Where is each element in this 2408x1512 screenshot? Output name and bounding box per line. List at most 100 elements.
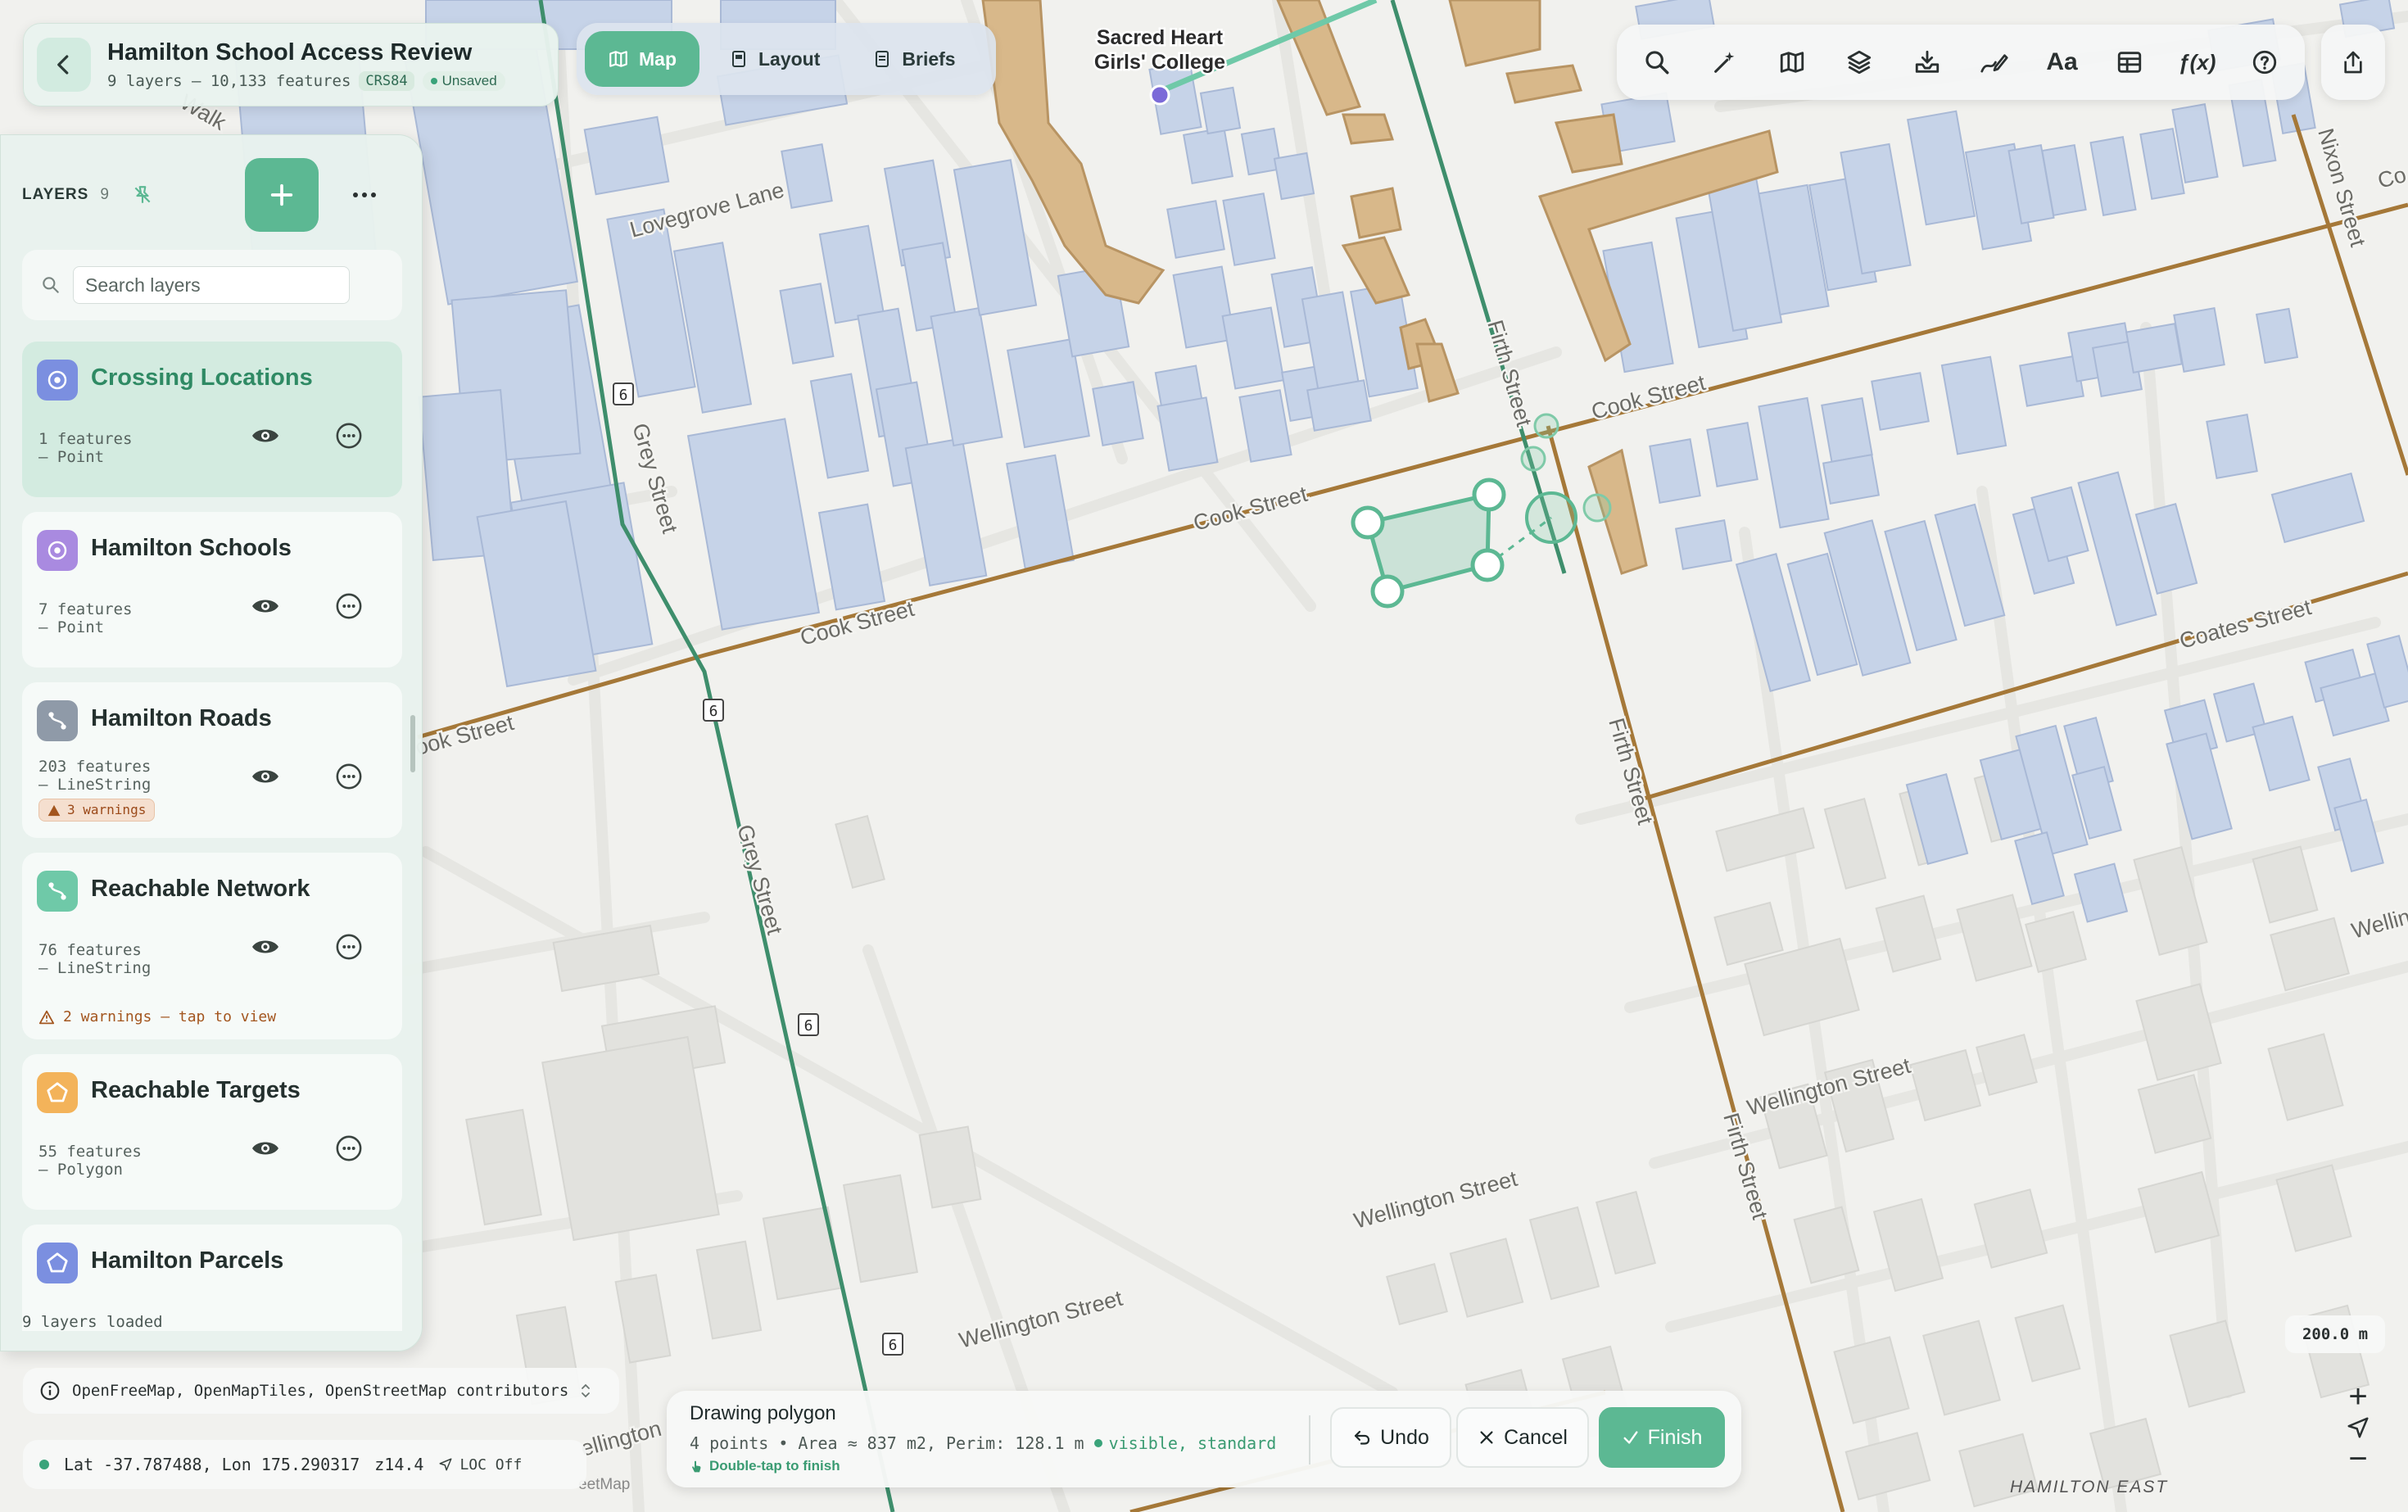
- undo-button[interactable]: Undo: [1330, 1407, 1451, 1468]
- search-button[interactable]: [1627, 32, 1687, 93]
- layer-item[interactable]: Crossing Locations 1 features – Point: [22, 342, 402, 497]
- text-style-button[interactable]: Aa: [2032, 32, 2093, 93]
- warning-badge[interactable]: 3 warnings: [38, 799, 156, 822]
- zoom-level: z14.4: [374, 1455, 424, 1474]
- layer-meta: 76 features – LineString: [38, 941, 151, 977]
- eye-icon: [252, 1142, 278, 1155]
- layers-menu-button[interactable]: [342, 174, 387, 215]
- layer-name: Reachable Targets: [91, 1077, 301, 1103]
- more-horizontal-icon: [353, 192, 376, 197]
- tab-layout[interactable]: Layout: [706, 31, 843, 87]
- eye-icon: [252, 940, 278, 953]
- add-layer-button[interactable]: [245, 158, 319, 232]
- layer-feature-count: 203 features: [38, 758, 152, 776]
- svg-text:Girls' College: Girls' College: [1094, 51, 1225, 74]
- layer-options-button[interactable]: [322, 579, 376, 633]
- layer-item[interactable]: Reachable Network 76 features – LineStri…: [22, 853, 402, 1039]
- drawing-measurement: Area ≈ 837 m2, Perim: 128.1 m: [798, 1433, 1084, 1453]
- layer-item[interactable]: Hamilton Schools 7 features – Point: [22, 512, 402, 668]
- tab-layout-label: Layout: [758, 48, 821, 70]
- layout-icon: [732, 51, 745, 67]
- layer-meta: 7 features – Point: [38, 600, 132, 636]
- magic-wand-icon: [1713, 52, 1734, 73]
- drawing-hint: Double-tap to finish: [690, 1458, 840, 1474]
- layer-name: Hamilton Parcels: [91, 1247, 284, 1274]
- svg-text:6: 6: [804, 1017, 813, 1034]
- layer-options-button[interactable]: [322, 1121, 376, 1175]
- toggle-visibility-button[interactable]: [238, 579, 292, 633]
- location-status: LOC Off: [459, 1455, 523, 1474]
- expression-button[interactable]: ƒ(x): [2166, 32, 2227, 93]
- more-circle-icon: [336, 593, 362, 619]
- svg-text:6: 6: [619, 387, 628, 404]
- drawing-title: Drawing polygon: [690, 1402, 836, 1424]
- layer-item[interactable]: Hamilton Roads 203 features – LineString…: [22, 682, 402, 838]
- more-circle-icon: [336, 934, 362, 960]
- magic-select-button[interactable]: [1695, 32, 1755, 93]
- undo-label: Undo: [1380, 1425, 1429, 1449]
- layer-geometry: – LineString: [38, 959, 152, 977]
- tab-briefs[interactable]: Briefs: [849, 31, 978, 87]
- warning-link[interactable]: 2 warnings — tap to view: [38, 1008, 276, 1025]
- layer-name: Reachable Network: [91, 876, 310, 902]
- vertex-handle[interactable]: [1370, 574, 1405, 609]
- attribute-table-button[interactable]: [2099, 32, 2160, 93]
- layer-meta: 55 features – Polygon: [38, 1143, 142, 1179]
- layer-geometry: – Point: [38, 448, 105, 466]
- vertex-handle[interactable]: [1472, 478, 1506, 512]
- briefs-icon: [876, 51, 889, 67]
- layer-feature-count: 55 features: [38, 1143, 142, 1161]
- map-attribution[interactable]: OpenFreeMap, OpenMapTiles, OpenStreetMap…: [23, 1368, 619, 1414]
- warning-icon: [38, 1010, 55, 1024]
- layer-options-button[interactable]: [322, 920, 376, 974]
- layers-footer: 9 layers loaded: [22, 1313, 163, 1331]
- help-button[interactable]: [2234, 32, 2295, 93]
- vertex-handle[interactable]: [1351, 505, 1385, 540]
- layer-item[interactable]: Reachable Targets 55 features – Polygon: [22, 1054, 402, 1210]
- layer-name: Crossing Locations: [91, 364, 313, 391]
- visibility-dot: [1093, 1439, 1102, 1447]
- layer-list: Crossing Locations 1 features – Point Ha…: [22, 342, 402, 1331]
- table-icon: [2117, 52, 2142, 73]
- layers-scrollbar[interactable]: [410, 715, 415, 772]
- layer-options-button[interactable]: [322, 409, 376, 463]
- toggle-visibility-button[interactable]: [238, 920, 292, 974]
- layer-geometry: – Polygon: [38, 1161, 123, 1179]
- pin-icon[interactable]: [132, 184, 153, 206]
- function-icon: ƒ(x): [2178, 49, 2216, 75]
- save-status-label: Unsaved: [441, 72, 497, 88]
- drawing-visibility: visible, standard: [1093, 1433, 1276, 1453]
- zoom-out-button[interactable]: −: [2331, 1430, 2385, 1487]
- layer-search: [22, 250, 402, 320]
- crs-badge[interactable]: CRS84: [359, 70, 414, 91]
- drawing-toolbar: Drawing polygon 4 points • Area ≈ 837 m2…: [667, 1391, 1741, 1487]
- layers-panel: LAYERS 9 Search layers Crossing Location…: [0, 134, 423, 1351]
- basemap-button[interactable]: [1762, 32, 1822, 93]
- share-button[interactable]: [2321, 25, 2385, 100]
- map-watermark: eetMap: [578, 1476, 630, 1493]
- layers-button[interactable]: [1829, 32, 1890, 93]
- save-status-badge: Unsaved: [422, 70, 505, 91]
- layer-feature-count: 1 features: [38, 430, 133, 448]
- cancel-button[interactable]: Cancel: [1456, 1407, 1589, 1468]
- layer-options-button[interactable]: [322, 749, 376, 804]
- chevron-updown-icon: [582, 1383, 591, 1398]
- finish-button[interactable]: Finish: [1599, 1407, 1725, 1468]
- location-toggle[interactable]: LOC Off: [438, 1456, 522, 1474]
- toggle-visibility-button[interactable]: [238, 1121, 292, 1175]
- search-icon: [1645, 51, 1669, 75]
- draw-button[interactable]: [1964, 32, 2025, 93]
- check-icon: [1623, 1431, 1638, 1444]
- toggle-visibility-button[interactable]: [238, 749, 292, 804]
- layer-search-input[interactable]: [73, 266, 350, 304]
- svg-text:Sacred Heart: Sacred Heart: [1097, 26, 1224, 49]
- line-icon: [37, 871, 78, 912]
- toggle-visibility-button[interactable]: [238, 409, 292, 463]
- text-icon: Aa: [2046, 48, 2078, 75]
- import-button[interactable]: [1897, 32, 1958, 93]
- vertex-handle[interactable]: [1470, 548, 1505, 582]
- layer-feature-count: 7 features: [38, 600, 133, 618]
- tab-map[interactable]: Map: [585, 31, 699, 87]
- polygon-icon: [37, 1243, 78, 1283]
- back-button[interactable]: [37, 38, 91, 92]
